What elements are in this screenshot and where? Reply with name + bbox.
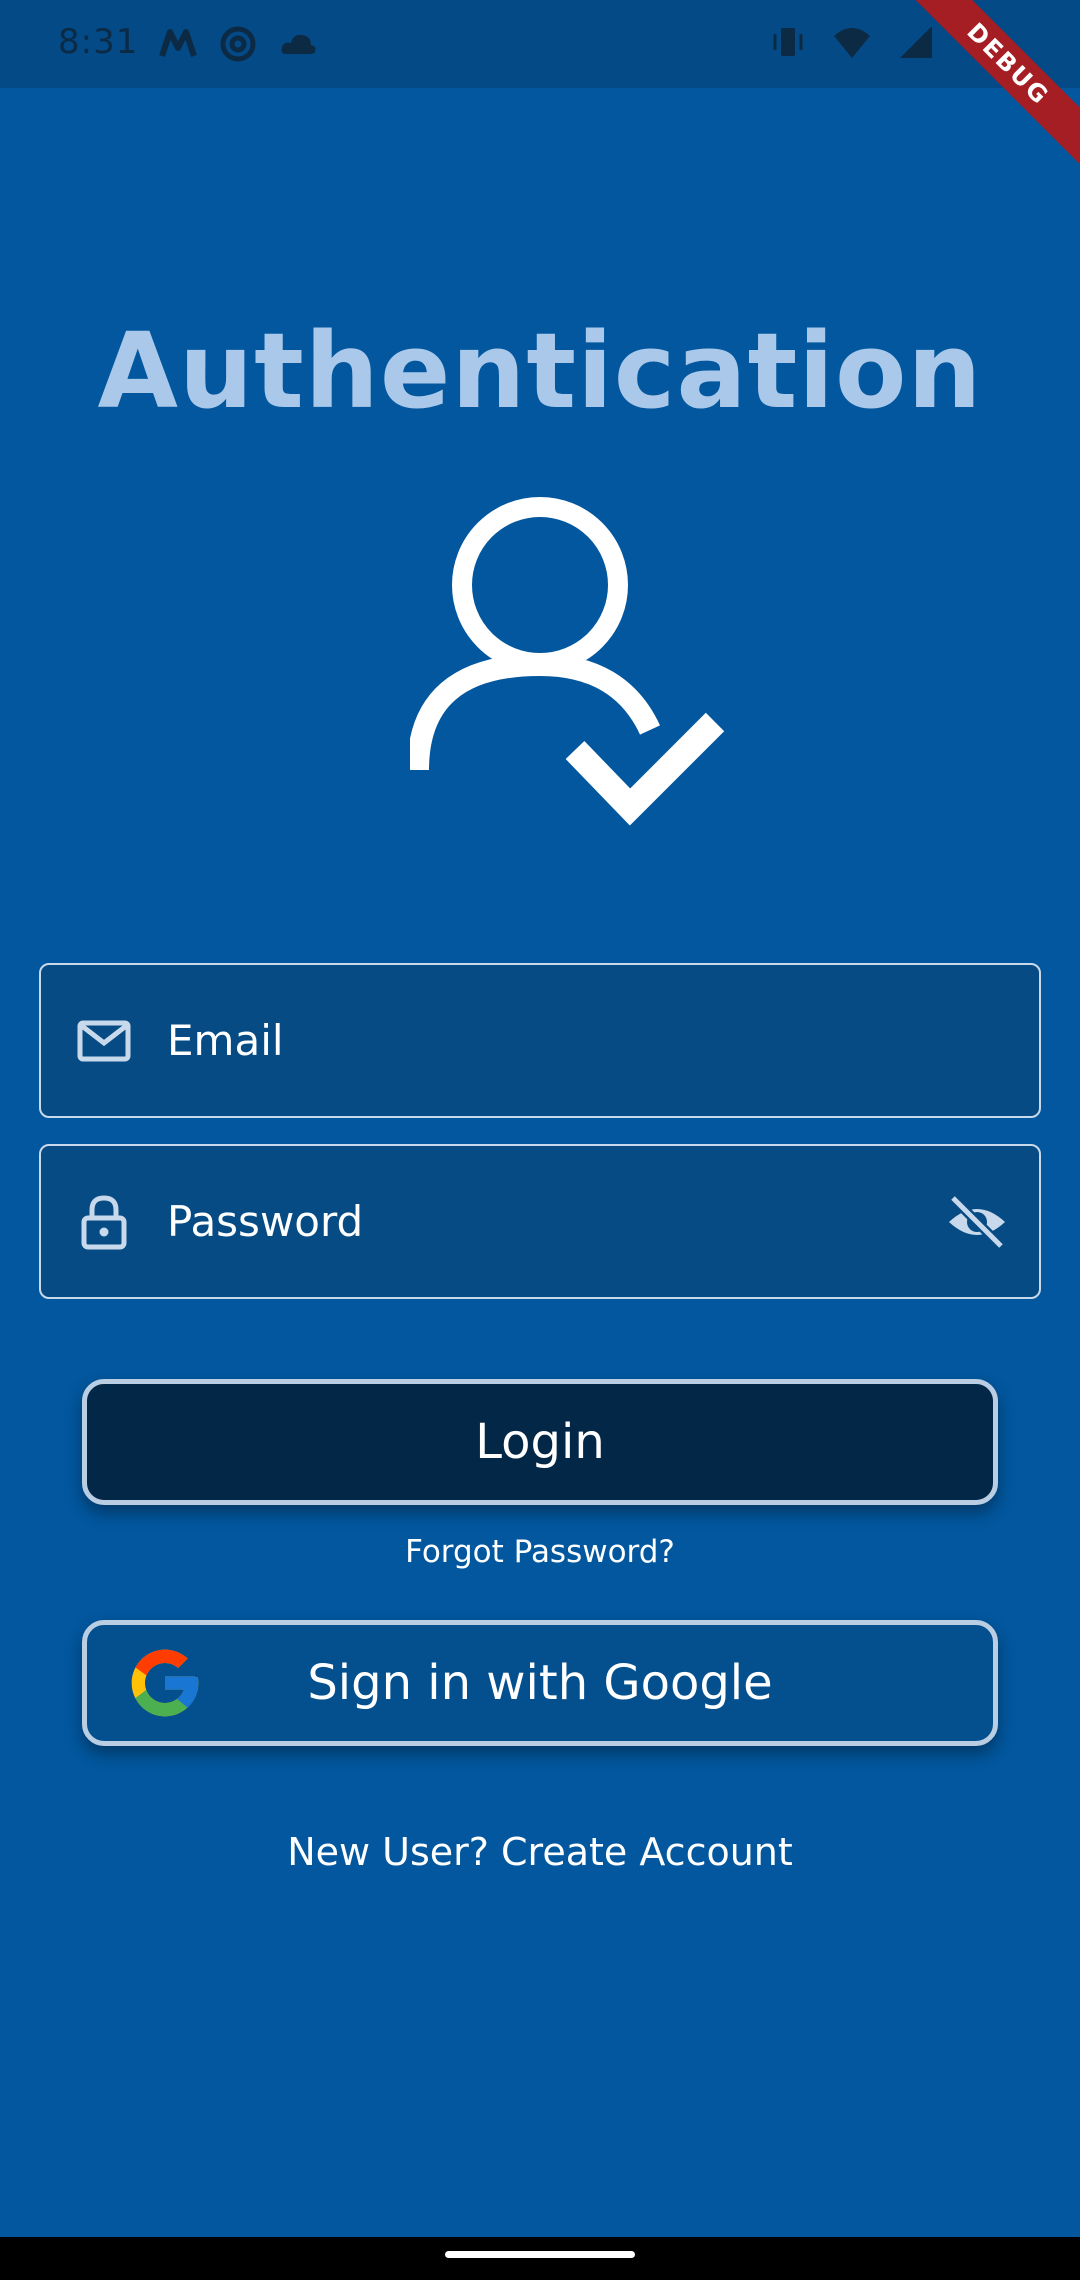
mail-icon: [77, 1020, 131, 1061]
lock-icon: [81, 1194, 127, 1249]
vibrate-icon: [773, 28, 803, 56]
user-check-icon: [410, 497, 725, 826]
login-button-label: Login: [475, 1414, 605, 1470]
create-account-link[interactable]: New User? Create Account: [0, 1830, 1080, 1874]
navigation-bar: [0, 2237, 1080, 2280]
google-logo-icon: [131, 1649, 199, 1717]
home-gesture-handle[interactable]: [445, 2251, 635, 2258]
google-signin-label: Sign in with Google: [307, 1655, 773, 1711]
forgot-password-link[interactable]: Forgot Password?: [0, 1534, 1080, 1570]
google-signin-button[interactable]: Sign in with Google: [82, 1620, 998, 1746]
email-field[interactable]: [39, 963, 1041, 1118]
password-field[interactable]: [39, 1144, 1041, 1299]
page-title: Authentication: [97, 310, 983, 432]
eye-off-icon[interactable]: [945, 1190, 1009, 1254]
status-icons-left: [158, 24, 318, 64]
cloud-icon: [281, 34, 316, 54]
login-button[interactable]: Login: [82, 1379, 998, 1505]
debug-ribbon: DEBUG: [901, 0, 1080, 171]
m-logo-icon: [159, 29, 197, 57]
at-sign-icon: [220, 26, 256, 62]
debug-banner: DEBUG: [900, 0, 1080, 180]
wifi-icon: [834, 28, 870, 58]
status-time: 8:31: [58, 22, 139, 62]
email-input[interactable]: [167, 965, 967, 1116]
password-input[interactable]: [167, 1146, 967, 1297]
